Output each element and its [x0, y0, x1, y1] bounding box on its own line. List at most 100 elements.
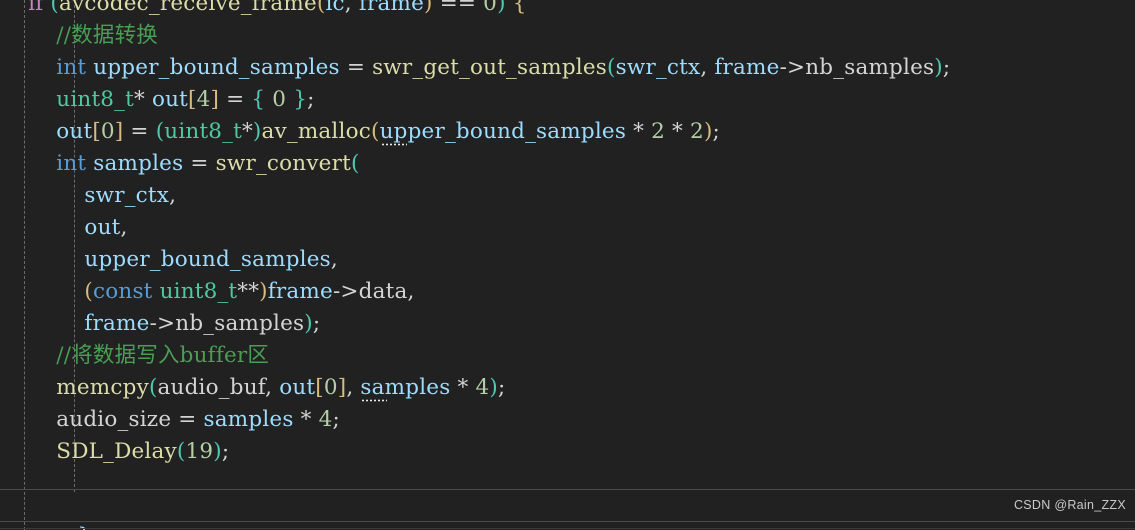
closing-brace: } [27, 524, 91, 530]
code-token: const [93, 279, 153, 304]
code-line[interactable]: SDL_Delay(19); [0, 436, 1135, 468]
code-line[interactable]: frame->nb_samples); [0, 308, 1135, 340]
code-token: 4 [318, 407, 333, 432]
code-line[interactable]: //将数据写入buffer区 [0, 340, 1135, 372]
code-token: upper_bound_samples [84, 247, 331, 272]
code-token: ) [424, 0, 433, 16]
code-token: frame [84, 311, 150, 336]
code-token: uint8_t [164, 119, 242, 144]
code-token: -> [779, 55, 806, 80]
code-token: ; [942, 55, 951, 80]
code-token: ( [350, 151, 360, 176]
code-token: data [358, 279, 408, 304]
code-content[interactable]: mm_mmmm if (avcodec_receive_frame(ic, fr… [0, 0, 1135, 468]
code-token: { [251, 87, 266, 112]
code-token: nb_samples [805, 55, 935, 80]
code-token: swr_ctx [84, 183, 170, 208]
code-token: ) [213, 439, 222, 464]
code-token: ( [370, 119, 380, 144]
code-line[interactable]: int samples = swr_convert( [0, 148, 1135, 180]
code-token: , [700, 55, 715, 80]
code-token: * [241, 119, 253, 144]
code-token: = [183, 151, 216, 176]
code-line[interactable]: audio_size = samples * 4; [0, 404, 1135, 436]
code-line[interactable]: memcpy(audio_buf, out[0], samples * 4); [0, 372, 1135, 404]
code-token: ; [497, 375, 506, 400]
code-token: = [171, 407, 204, 432]
code-token: ; [332, 407, 340, 432]
code-token: //数据转换 [56, 23, 158, 48]
code-token: ) [497, 0, 506, 16]
code-token: , [407, 279, 415, 304]
code-line[interactable]: int upper_bound_samples = swr_get_out_sa… [0, 52, 1135, 84]
code-token: int [56, 55, 87, 80]
code-line[interactable]: swr_ctx, [0, 180, 1135, 212]
code-token: -> [149, 311, 176, 336]
code-line[interactable]: upper_bound_samples, [0, 244, 1135, 276]
code-line[interactable]: uint8_t* out[4] = { 0 }; [0, 84, 1135, 116]
code-token: upper_bound_samples [93, 55, 340, 80]
code-token: { [512, 0, 527, 16]
code-token-warning: samples [360, 375, 451, 400]
code-token: -> [332, 279, 359, 304]
code-token: , [330, 247, 338, 272]
code-token: ; [221, 439, 230, 464]
code-token: swr_ctx [615, 55, 701, 80]
code-token: ; [712, 119, 720, 144]
code-token: * [133, 87, 152, 112]
code-line[interactable]: //数据转换 [0, 20, 1135, 52]
code-token: , [344, 0, 359, 16]
code-token: 2 [651, 119, 665, 144]
code-token: ( [155, 119, 165, 144]
code-line[interactable]: out, [0, 212, 1135, 244]
code-token: //将数据写入buffer区 [56, 343, 270, 368]
code-token: = [123, 119, 156, 144]
code-token: ] [210, 87, 220, 112]
code-token: 0 [272, 87, 287, 112]
code-token: * [672, 119, 683, 144]
code-token: * [633, 119, 645, 144]
code-token: memcpy [56, 375, 149, 400]
code-token: ) [489, 375, 498, 400]
code-line[interactable]: if (avcodec_receive_frame(ic, frame) == … [0, 0, 1135, 20]
code-token: frame [358, 0, 425, 16]
pane-bottom-edge [0, 528, 1135, 529]
code-line[interactable]: out[0] = (uint8_t*)av_malloc(upper_bound… [0, 116, 1135, 148]
code-token: [ [315, 375, 324, 400]
code-token: out [56, 119, 93, 144]
code-token: SDL_Delay [56, 439, 177, 464]
csdn-watermark: CSDN @Rain_ZZX [1013, 498, 1126, 512]
code-token: 0 [323, 375, 338, 400]
code-token: ( [148, 375, 158, 400]
code-editor-pane[interactable]: mm_mmmm if (avcodec_receive_frame(ic, fr… [0, 0, 1135, 530]
code-token: swr_convert [215, 151, 351, 176]
closing-brace-line[interactable]: } [0, 490, 1135, 530]
code-token: audio_size [56, 407, 172, 432]
code-token: [ [187, 87, 197, 112]
code-token: frame [267, 279, 333, 304]
code-token: swr_get_out_samples [372, 55, 608, 80]
code-token: out [84, 215, 121, 240]
code-token: uint8_t [159, 279, 238, 304]
code-token: 0 [100, 119, 115, 144]
code-token: 19 [185, 439, 214, 464]
code-token: samples [203, 407, 294, 432]
code-token: , [169, 183, 177, 208]
code-token: ) [304, 311, 313, 336]
code-line[interactable]: (const uint8_t**)frame->data, [0, 276, 1135, 308]
code-token: av_malloc [261, 119, 371, 144]
